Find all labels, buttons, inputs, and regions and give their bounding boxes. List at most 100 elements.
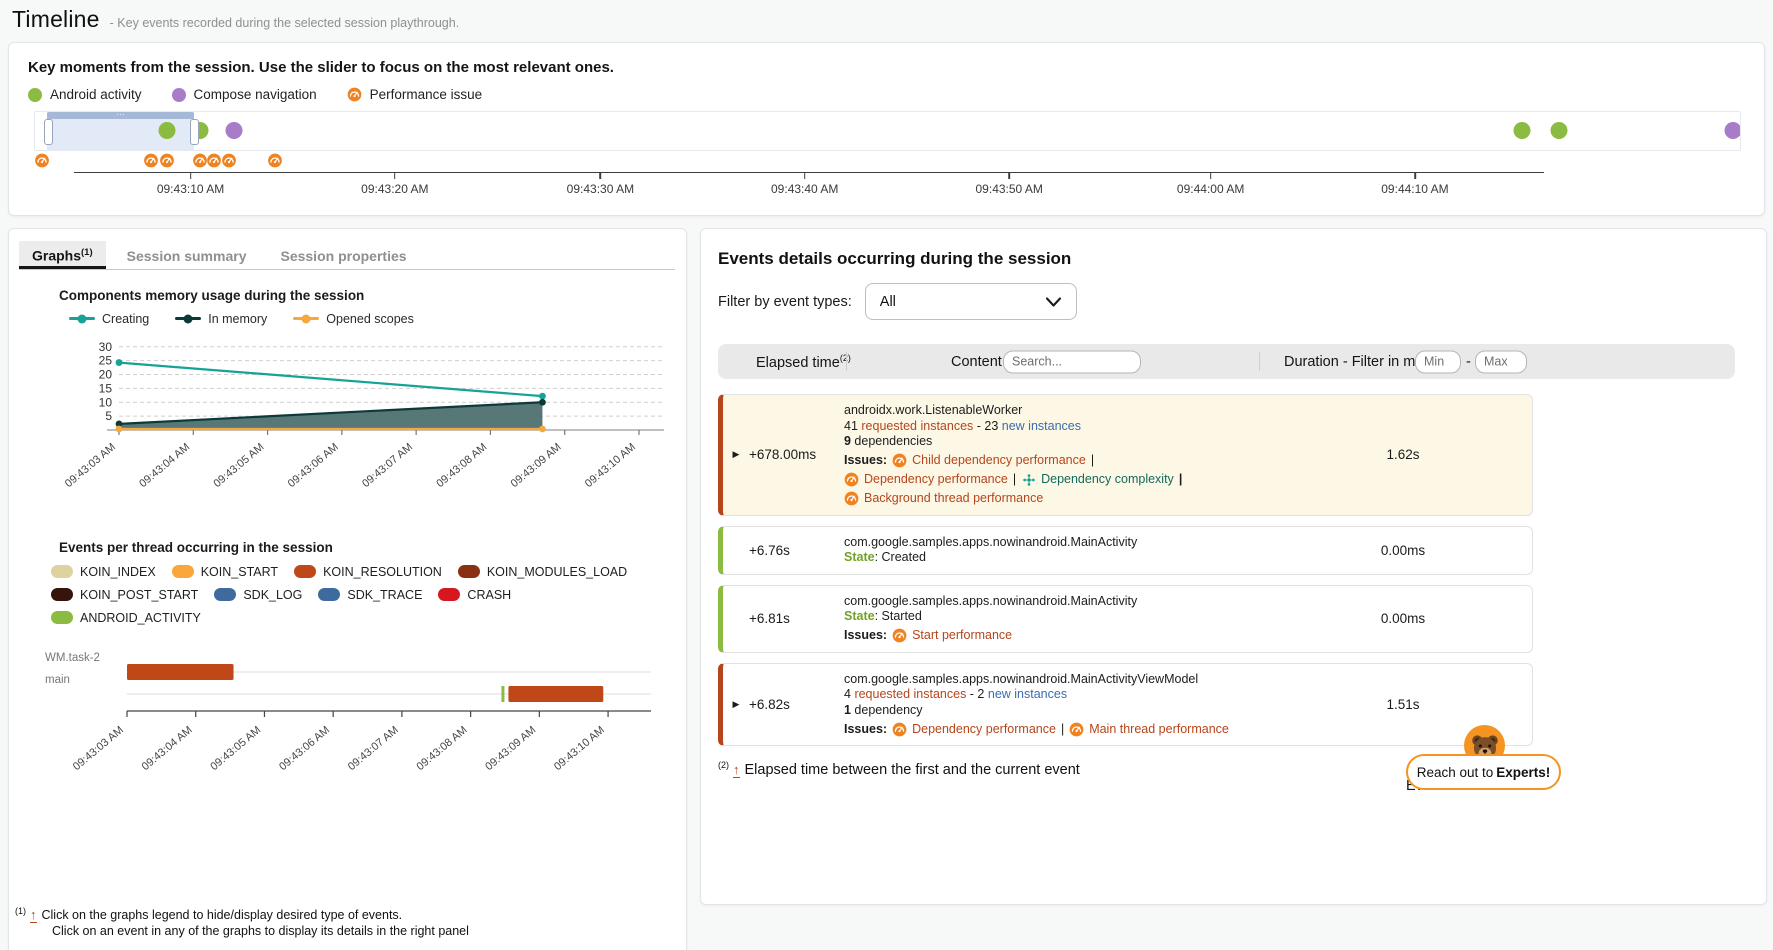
reach-out-experts-button[interactable]: Reach out to Experts! bbox=[1406, 725, 1566, 795]
legend-performance-issue[interactable]: Performance issue bbox=[347, 87, 483, 102]
legend-swatch-icon bbox=[438, 588, 460, 601]
slider-handle-left[interactable] bbox=[44, 119, 53, 145]
performance-issue-marker[interactable] bbox=[143, 153, 158, 168]
event-row[interactable]: +678.00ms androidx.work.ListenableWorker… bbox=[718, 394, 1533, 516]
performance-issue-marker[interactable] bbox=[192, 153, 207, 168]
svg-text:WM.task-2: WM.task-2 bbox=[45, 652, 100, 664]
axis-tick-label: 09:44:10 AM bbox=[1381, 182, 1448, 196]
event-content: com.google.samples.apps.nowinandroid.Mai… bbox=[844, 535, 1323, 566]
svg-text:09:43:06 AM: 09:43:06 AM bbox=[286, 441, 341, 490]
page-header: Timeline - Key events recorded during th… bbox=[12, 6, 459, 33]
legend-android-activity[interactable]: Android activity bbox=[28, 87, 142, 102]
legend-item-koin_resolution[interactable]: KOIN_RESOLUTION bbox=[294, 565, 442, 579]
tab-session-properties[interactable]: Session properties bbox=[267, 242, 419, 269]
event-type-filter-row: Filter by event types: All bbox=[718, 283, 1766, 320]
memory-usage-chart[interactable]: 5101520253009:43:03 AM09:43:04 AM09:43:0… bbox=[44, 332, 686, 522]
expand-arrow-icon[interactable] bbox=[723, 699, 749, 710]
legend-item-koin_modules_load[interactable]: KOIN_MODULES_LOAD bbox=[458, 565, 627, 579]
timeline-strip[interactable] bbox=[34, 111, 1741, 151]
legend-item-koin_index[interactable]: KOIN_INDEX bbox=[51, 565, 156, 579]
legend-opened-scopes[interactable]: Opened scopes bbox=[293, 312, 414, 326]
event-duration: 0.00ms bbox=[1323, 611, 1483, 626]
timeline-performance-markers bbox=[34, 152, 1741, 170]
axis-tick-label: 09:43:20 AM bbox=[361, 182, 428, 196]
performance-issue-marker[interactable] bbox=[159, 153, 174, 168]
legend-compose-navigation[interactable]: Compose navigation bbox=[172, 87, 317, 102]
svg-text:09:43:10 AM: 09:43:10 AM bbox=[552, 724, 607, 773]
event-type-select[interactable]: All bbox=[865, 283, 1077, 320]
event-elapsed: +6.76s bbox=[749, 543, 844, 558]
svg-text:09:43:05 AM: 09:43:05 AM bbox=[211, 441, 266, 490]
slider-drag-bar[interactable] bbox=[47, 112, 194, 119]
legend-item-sdk_log[interactable]: SDK_LOG bbox=[214, 588, 302, 602]
performance-issue-marker[interactable] bbox=[35, 153, 50, 168]
thread-events-chart[interactable]: WM.task-2main09:43:03 AM09:43:04 AM09:43… bbox=[39, 639, 686, 809]
legend-item-koin_post_start[interactable]: KOIN_POST_START bbox=[51, 588, 198, 602]
event-title: com.google.samples.apps.nowinandroid.Mai… bbox=[844, 672, 1323, 688]
timeline-axis-line bbox=[74, 172, 1544, 173]
thread-chart-legend: KOIN_INDEX KOIN_START KOIN_RESOLUTION KOIN_… bbox=[51, 565, 636, 625]
timeline-event-dot-android[interactable] bbox=[1551, 122, 1568, 139]
legend-swatch-icon bbox=[51, 588, 73, 601]
up-arrow-icon bbox=[30, 907, 37, 923]
filter-label: Filter by event types: bbox=[718, 294, 852, 310]
svg-text:09:43:09 AM: 09:43:09 AM bbox=[483, 724, 538, 773]
memory-chart-title: Components memory usage during the sessi… bbox=[59, 288, 686, 303]
event-row[interactable]: +6.81s com.google.samples.apps.nowinandr… bbox=[718, 585, 1533, 653]
tab-session-summary[interactable]: Session summary bbox=[114, 242, 260, 269]
axis-tick-label: 09:43:10 AM bbox=[157, 182, 224, 196]
svg-text:09:43:07 AM: 09:43:07 AM bbox=[346, 724, 401, 773]
complexity-icon bbox=[1021, 472, 1036, 487]
legend-item-koin_start[interactable]: KOIN_START bbox=[172, 565, 278, 579]
expand-arrow-icon[interactable] bbox=[723, 449, 749, 460]
performance-issue-marker[interactable] bbox=[222, 153, 237, 168]
svg-text:09:43:06 AM: 09:43:06 AM bbox=[277, 724, 332, 773]
android-activity-dot-icon bbox=[28, 88, 42, 102]
performance-issue-marker[interactable] bbox=[207, 153, 222, 168]
page-subtitle: - Key events recorded during the selecte… bbox=[110, 16, 460, 30]
svg-text:25: 25 bbox=[99, 353, 113, 367]
timeline-axis: 09:43:10 AM09:43:20 AM09:43:30 AM09:43:4… bbox=[34, 170, 1741, 204]
legend-item-crash[interactable]: CRASH bbox=[438, 588, 511, 602]
duration-max-input[interactable] bbox=[1475, 350, 1527, 373]
svg-text:09:43:03 AM: 09:43:03 AM bbox=[71, 724, 126, 773]
svg-text:09:43:08 AM: 09:43:08 AM bbox=[434, 441, 489, 490]
axis-tick bbox=[190, 172, 192, 179]
gauge-icon bbox=[892, 628, 907, 643]
legend-swatch-icon bbox=[51, 565, 73, 578]
event-elapsed: +6.82s bbox=[749, 697, 844, 712]
events-panel: Events details occurring during the sess… bbox=[700, 228, 1767, 905]
axis-tick-label: 09:44:00 AM bbox=[1177, 182, 1244, 196]
timeline-event-dot-compose[interactable] bbox=[226, 122, 243, 139]
axis-tick bbox=[804, 172, 806, 179]
event-duration: 1.62s bbox=[1323, 447, 1483, 462]
legend-swatch-icon bbox=[294, 565, 316, 578]
timeline-event-dot-android[interactable] bbox=[1513, 122, 1530, 139]
performance-issue-marker[interactable] bbox=[268, 153, 283, 168]
requested-instances-text: requested instances bbox=[861, 419, 973, 433]
content-search-input[interactable] bbox=[1003, 350, 1141, 373]
svg-text:09:43:09 AM: 09:43:09 AM bbox=[509, 441, 564, 490]
gauge-icon bbox=[844, 491, 859, 506]
slider-handle-right[interactable] bbox=[190, 119, 199, 145]
key-moments-heading: Key moments from the session. Use the sl… bbox=[28, 59, 1764, 76]
legend-creating[interactable]: Creating bbox=[69, 312, 149, 326]
timeline-event-dot-android[interactable] bbox=[159, 122, 176, 139]
svg-text:10: 10 bbox=[99, 395, 113, 409]
legend-in-memory[interactable]: In memory bbox=[175, 312, 267, 326]
tab-graphs[interactable]: Graphs(1) bbox=[19, 241, 106, 269]
event-duration: 0.00ms bbox=[1323, 543, 1483, 558]
event-row[interactable]: +6.76s com.google.samples.apps.nowinandr… bbox=[718, 526, 1533, 575]
duration-min-input[interactable] bbox=[1415, 350, 1461, 373]
svg-text:15: 15 bbox=[99, 381, 113, 395]
legend-item-android_activity[interactable]: ANDROID_ACTIVITY bbox=[51, 611, 201, 625]
axis-tick-label: 09:43:40 AM bbox=[771, 182, 838, 196]
svg-text:09:43:04 AM: 09:43:04 AM bbox=[140, 724, 195, 773]
new-instances-text: new instances bbox=[1002, 419, 1081, 433]
legend-item-sdk_trace[interactable]: SDK_TRACE bbox=[318, 588, 422, 602]
axis-tick bbox=[600, 172, 602, 179]
gauge-icon bbox=[1069, 722, 1084, 737]
event-duration: 1.51s bbox=[1323, 697, 1483, 712]
timeline-event-dot-compose[interactable] bbox=[1725, 122, 1741, 139]
app-window: Timeline - Key events recorded during th… bbox=[0, 0, 1773, 950]
